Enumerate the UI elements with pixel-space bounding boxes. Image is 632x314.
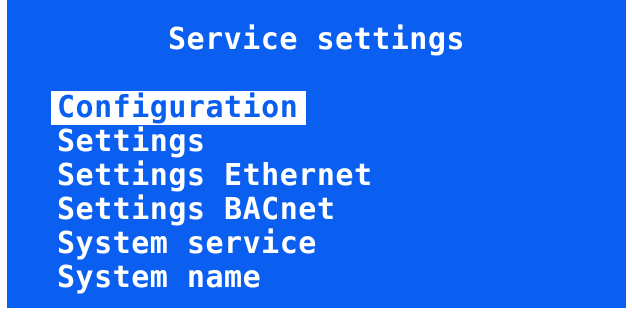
menu-row-system-service[interactable]: System service — [51, 227, 471, 261]
menu-row-configuration[interactable]: Configuration — [51, 91, 471, 125]
lcd-screen: Service settings Configuration Settings … — [7, 0, 626, 308]
menu-item-configuration[interactable]: Configuration — [51, 91, 307, 125]
menu-row-settings[interactable]: Settings — [51, 125, 471, 159]
screen-title: Service settings — [168, 22, 465, 57]
menu-row-system-name[interactable]: System name — [51, 261, 471, 295]
device-frame: Service settings Configuration Settings … — [0, 0, 632, 314]
menu-row-settings-ethernet[interactable]: Settings Ethernet — [51, 159, 471, 193]
menu-item-system-name[interactable]: System name — [51, 260, 261, 295]
menu-item-settings[interactable]: Settings — [51, 124, 206, 159]
menu-item-settings-ethernet[interactable]: Settings Ethernet — [51, 158, 373, 193]
menu-row-settings-bacnet[interactable]: Settings BACnet — [51, 193, 471, 227]
menu-item-settings-bacnet[interactable]: Settings BACnet — [51, 192, 335, 227]
service-settings-menu: Configuration Settings Settings Ethernet… — [51, 91, 471, 295]
menu-item-system-service[interactable]: System service — [51, 226, 317, 261]
